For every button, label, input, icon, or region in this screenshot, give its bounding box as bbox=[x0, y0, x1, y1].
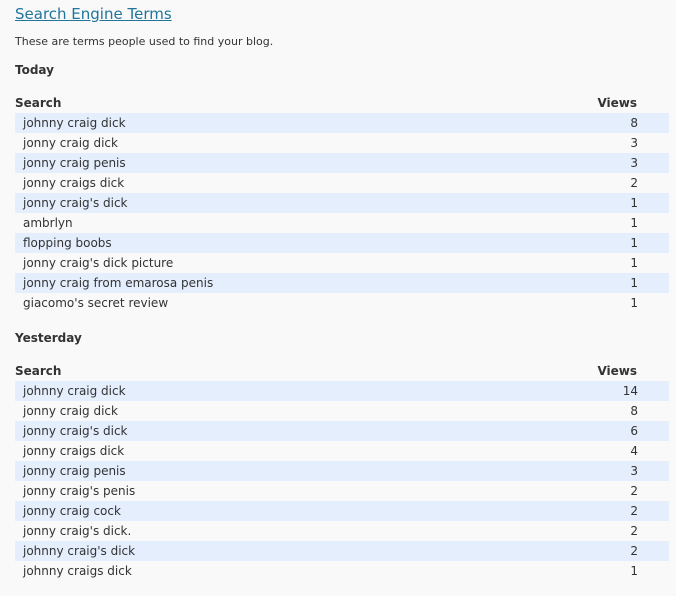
search-term: jonny craig cock bbox=[15, 501, 425, 521]
search-term: jonny craig's dick. bbox=[15, 521, 425, 541]
search-term: jonny craigs dick bbox=[15, 173, 496, 193]
views-column-header: Views bbox=[597, 96, 637, 110]
table-row: jonny craig from emarosa penis 1 bbox=[15, 273, 669, 293]
table-header-row: Search Views bbox=[15, 93, 669, 113]
search-term: jonny craig's dick bbox=[15, 421, 425, 441]
table-row: johnny craigs dick 1 bbox=[15, 561, 669, 581]
table-row: jonny craigs dick 4 bbox=[15, 441, 669, 461]
search-term: johnny craig's dick bbox=[15, 541, 425, 561]
search-term: jonny craig's dick picture bbox=[15, 253, 496, 273]
search-term: giacomo's secret review bbox=[15, 293, 496, 313]
view-count: 1 bbox=[495, 293, 669, 313]
view-count: 1 bbox=[495, 213, 669, 233]
table-row: jonny craig dick 3 bbox=[15, 133, 669, 153]
panel-description: These are terms people used to find your… bbox=[15, 35, 274, 48]
search-term: jonny craig penis bbox=[15, 461, 425, 481]
search-engine-terms-link[interactable]: Search Engine Terms bbox=[15, 4, 172, 24]
search-term: jonny craig from emarosa penis bbox=[15, 273, 496, 293]
table-row: jonny craig penis 3 bbox=[15, 461, 669, 481]
table-row: flopping boobs 1 bbox=[15, 233, 669, 253]
table-row: jonny craig's dick. 2 bbox=[15, 521, 669, 541]
view-count: 6 bbox=[424, 421, 669, 441]
view-count: 1 bbox=[495, 253, 669, 273]
table-row: jonny craig cock 2 bbox=[15, 501, 669, 521]
today-terms-table: Search Views johnny craig dick 8 jonny cr… bbox=[15, 93, 669, 313]
view-count: 8 bbox=[424, 401, 669, 421]
search-term: jonny craigs dick bbox=[15, 441, 425, 461]
search-column-header: Search bbox=[15, 364, 62, 378]
view-count: 1 bbox=[495, 193, 669, 213]
search-column-header: Search bbox=[15, 96, 62, 110]
view-count: 14 bbox=[424, 381, 669, 401]
table-header-row: Search Views bbox=[15, 361, 669, 381]
view-count: 3 bbox=[424, 461, 669, 481]
view-count: 2 bbox=[424, 481, 669, 501]
search-term: johnny craig dick bbox=[15, 113, 496, 133]
views-column-header: Views bbox=[597, 364, 637, 378]
view-count: 3 bbox=[495, 153, 669, 173]
search-term: jonny craig's penis bbox=[15, 481, 425, 501]
table-row: johnny craig dick 14 bbox=[15, 381, 669, 401]
table-row: ambrlyn 1 bbox=[15, 213, 669, 233]
search-term: johnny craigs dick bbox=[15, 561, 425, 581]
view-count: 2 bbox=[424, 501, 669, 521]
view-count: 3 bbox=[495, 133, 669, 153]
table-row: jonny craig's penis 2 bbox=[15, 481, 669, 501]
search-terms-panel: Search Engine Terms These are terms peop… bbox=[15, 4, 669, 581]
yesterday-heading: Yesterday bbox=[15, 331, 82, 345]
today-heading: Today bbox=[15, 63, 54, 77]
table-row: jonny craig's dick 6 bbox=[15, 421, 669, 441]
table-row: giacomo's secret review 1 bbox=[15, 293, 669, 313]
search-term: flopping boobs bbox=[15, 233, 496, 253]
table-row: jonny craig's dick picture 1 bbox=[15, 253, 669, 273]
view-count: 4 bbox=[424, 441, 669, 461]
view-count: 1 bbox=[495, 233, 669, 253]
view-count: 8 bbox=[495, 113, 669, 133]
table-row: jonny craig's dick 1 bbox=[15, 193, 669, 213]
view-count: 1 bbox=[424, 561, 669, 581]
search-term: jonny craig dick bbox=[15, 133, 496, 153]
search-term: jonny craig's dick bbox=[15, 193, 496, 213]
view-count: 2 bbox=[495, 173, 669, 193]
table-row: johnny craig dick 8 bbox=[15, 113, 669, 133]
search-term: johnny craig dick bbox=[15, 381, 425, 401]
table-row: jonny craig dick 8 bbox=[15, 401, 669, 421]
view-count: 2 bbox=[424, 521, 669, 541]
search-term: jonny craig dick bbox=[15, 401, 425, 421]
view-count: 2 bbox=[424, 541, 669, 561]
view-count: 1 bbox=[495, 273, 669, 293]
search-term: ambrlyn bbox=[15, 213, 496, 233]
table-row: jonny craig penis 3 bbox=[15, 153, 669, 173]
search-term: jonny craig penis bbox=[15, 153, 496, 173]
yesterday-terms-table: Search Views johnny craig dick 14 jonny c… bbox=[15, 361, 669, 581]
table-row: johnny craig's dick 2 bbox=[15, 541, 669, 561]
table-row: jonny craigs dick 2 bbox=[15, 173, 669, 193]
